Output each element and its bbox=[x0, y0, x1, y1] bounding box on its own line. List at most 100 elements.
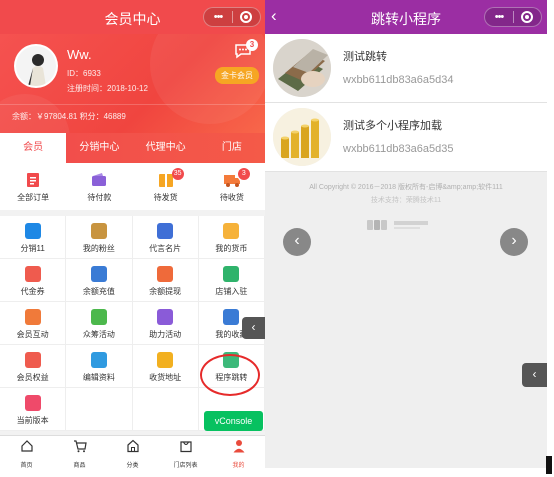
clipboard-icon bbox=[24, 172, 42, 188]
tab-agent-center[interactable]: 代理中心 bbox=[133, 133, 199, 163]
program-thumbnail bbox=[273, 108, 331, 166]
user-name: Ww. bbox=[67, 47, 92, 62]
grid-empty-cell bbox=[66, 388, 133, 431]
user-icon bbox=[233, 440, 244, 453]
withdraw-icon bbox=[157, 266, 174, 282]
more-menu-button[interactable]: ••• bbox=[485, 8, 513, 26]
pending-payment-button[interactable]: 待付款 bbox=[66, 163, 132, 210]
tabbar-item-goods[interactable]: 商品 bbox=[53, 436, 106, 468]
center-tabs: 会员 分销中心 代理中心 门店 bbox=[0, 133, 265, 163]
grid-item-withdraw[interactable]: 余额提现 bbox=[132, 259, 199, 302]
grid-item-coin[interactable]: 我的货币 bbox=[198, 216, 265, 259]
profile-banner: Ww. ID：6933 注册时间：2018-10-12 3 金卡会员 余额：￥9… bbox=[0, 34, 265, 133]
grid-item-shop[interactable]: 店铺入驻 bbox=[198, 259, 265, 302]
grid-item-label: 我的粉丝 bbox=[82, 244, 115, 253]
grid-empty-cell bbox=[132, 388, 199, 431]
more-menu-button[interactable]: ••• bbox=[204, 8, 232, 26]
tab-store[interactable]: 门店 bbox=[199, 133, 265, 163]
program-list-item[interactable]: 测试多个小程序加载 wxbb611db83a6a5d35 bbox=[265, 103, 547, 172]
pending-receipt-button[interactable]: 3 待收货 bbox=[199, 163, 265, 210]
info-icon bbox=[24, 395, 41, 411]
grid-item-edit[interactable]: 编辑资料 bbox=[66, 345, 133, 388]
company-logo bbox=[367, 218, 442, 232]
grid-item-boost[interactable]: 助力活动 bbox=[132, 302, 199, 345]
vip-level-badge[interactable]: 金卡会员 bbox=[215, 67, 259, 84]
pending-shipment-button[interactable]: 35 待发货 bbox=[133, 163, 199, 210]
message-button[interactable]: 3 bbox=[234, 39, 258, 59]
grid-item-card[interactable]: 代言名片 bbox=[132, 216, 199, 259]
grid-item-location[interactable]: 收货地址 bbox=[132, 345, 199, 388]
grid-item-label: 代金券 bbox=[20, 287, 45, 296]
tabbar-item-store-list[interactable]: 门店列表 bbox=[159, 436, 212, 468]
grid-item-interact[interactable]: 会员互动 bbox=[0, 302, 67, 345]
voucher-icon bbox=[24, 266, 41, 282]
coin-icon bbox=[223, 223, 240, 239]
program-appid: wxbb611db83a6a5d34 bbox=[343, 74, 454, 86]
grid-item-voucher[interactable]: 代金券 bbox=[0, 259, 67, 302]
grid-item-fans[interactable]: 我的粉丝 bbox=[66, 216, 133, 259]
grid-item-label: 店铺入驻 bbox=[215, 287, 248, 296]
target-icon bbox=[240, 11, 253, 23]
location-icon bbox=[157, 352, 174, 368]
grid-item-label: 余额充值 bbox=[82, 287, 115, 296]
mini-program-capsule: ••• bbox=[203, 7, 261, 27]
money-bag-icon bbox=[90, 266, 107, 282]
balance-points: 余额：￥97804.81 积分：46889 bbox=[12, 112, 126, 121]
grid-item-label: 会员权益 bbox=[16, 373, 49, 382]
next-page-button[interactable]: › bbox=[500, 228, 528, 256]
wallet-icon bbox=[90, 172, 108, 188]
tabbar-item-mine[interactable]: 我的 bbox=[212, 436, 265, 468]
avatar[interactable] bbox=[14, 44, 58, 88]
close-program-button[interactable] bbox=[514, 11, 541, 23]
edit-icon bbox=[90, 352, 107, 368]
grid-item-label: 编辑资料 bbox=[82, 373, 115, 382]
side-collapse-tab[interactable]: ‹ bbox=[242, 317, 265, 339]
bottom-tab-bar: 首页 商品 分类 门店列表 我的 bbox=[0, 435, 265, 468]
member-center-screen: 会员中心 ••• Ww. ID：6933 注册时间：2018-10-12 3 金… bbox=[0, 0, 265, 468]
user-id: ID：6933 bbox=[67, 69, 101, 78]
program-list-item[interactable]: 测试跳转 wxbb611db83a6a5d34 bbox=[265, 34, 547, 103]
grid-item-money-bag[interactable]: 余额充值 bbox=[66, 259, 133, 302]
store-list-icon bbox=[179, 441, 192, 453]
prev-page-button[interactable]: ‹ bbox=[283, 228, 311, 256]
side-collapse-tab[interactable]: ‹ bbox=[522, 363, 547, 387]
tab-distribution-center[interactable]: 分销中心 bbox=[66, 133, 132, 163]
ranking-icon bbox=[24, 223, 41, 239]
order-count-badge: 3 bbox=[237, 168, 250, 180]
all-orders-button[interactable]: 全部订单 bbox=[0, 163, 66, 210]
edge-artifact bbox=[546, 456, 552, 474]
tabbar-item-home[interactable]: 首页 bbox=[0, 436, 53, 468]
category-icon bbox=[126, 439, 139, 453]
grid-item-label: 收货地址 bbox=[149, 373, 182, 382]
grid-item-ranking[interactable]: 分销11 bbox=[0, 216, 67, 259]
mini-program-capsule: ••• bbox=[484, 7, 542, 27]
grid-item-label: 会员互动 bbox=[16, 330, 49, 339]
cart-icon bbox=[73, 440, 87, 453]
order-count-badge: 35 bbox=[171, 168, 184, 180]
tab-member[interactable]: 会员 bbox=[0, 133, 67, 163]
vconsole-button[interactable]: vConsole bbox=[204, 411, 263, 431]
register-time: 注册时间：2018-10-12 bbox=[67, 84, 148, 93]
highlight-circle bbox=[200, 354, 260, 396]
target-icon bbox=[521, 11, 534, 23]
grid-item-label: 当前版本 bbox=[16, 416, 49, 425]
star-icon bbox=[223, 309, 240, 325]
grid-item-label: 我的货币 bbox=[215, 244, 248, 253]
tabbar-item-category[interactable]: 分类 bbox=[106, 436, 159, 468]
grid-item-info[interactable]: 当前版本 bbox=[0, 388, 67, 431]
close-program-button[interactable] bbox=[233, 11, 260, 23]
grid-item-label: 分销11 bbox=[20, 244, 45, 253]
gift-box-icon: 35 bbox=[157, 168, 184, 188]
jump-mini-program-screen: ‹ 跳转小程序 ••• 测试跳转 wxbb611db83a6a5d34 测试多个… bbox=[265, 0, 547, 468]
grid-item-label: 余额提现 bbox=[149, 287, 182, 296]
program-name: 测试跳转 bbox=[343, 51, 387, 63]
truck-icon: 3 bbox=[223, 168, 250, 188]
grid-item-crowdfund[interactable]: 众筹活动 bbox=[66, 302, 133, 345]
copyright-text: All Copyright © 2016－2018 版权所有-启博&amp;am… bbox=[309, 184, 503, 191]
function-grid: 分销11 我的粉丝 代言名片 我的货币代金券 余额充值 余额提现 店铺入驻会员互动 众筹活动 助… bbox=[0, 216, 265, 431]
interact-icon bbox=[24, 309, 41, 325]
grid-item-label: 助力活动 bbox=[149, 330, 182, 339]
grid-item-medal[interactable]: 会员权益 bbox=[0, 345, 67, 388]
tech-support-text: 技术支持：荣腾技术11 bbox=[370, 197, 442, 204]
home-icon bbox=[20, 440, 33, 452]
